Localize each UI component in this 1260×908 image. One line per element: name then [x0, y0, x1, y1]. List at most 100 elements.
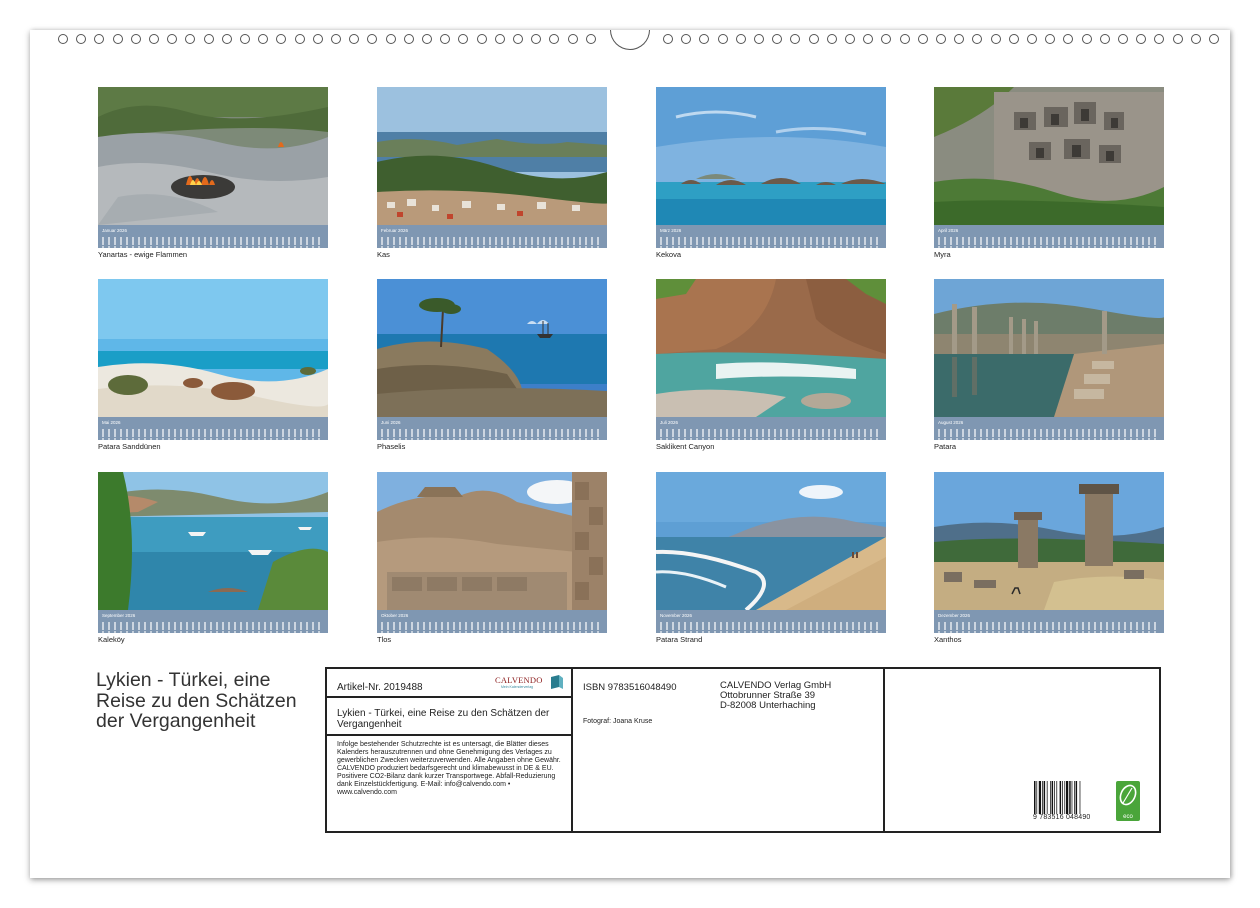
landscape-photo-icon: [934, 472, 1164, 610]
binding-ring: [403, 34, 414, 44]
binding-ring: [899, 34, 910, 44]
binding-ring: [276, 34, 287, 44]
binding-ring: [699, 34, 710, 44]
binding-ring: [1190, 34, 1201, 44]
weekday-row: [381, 631, 603, 634]
month-label: Januar 2026: [102, 228, 128, 233]
binding-ring: [549, 34, 560, 44]
month-photo: [377, 87, 607, 225]
day-grid: [660, 429, 882, 437]
hanger-notch: [610, 30, 650, 50]
article-number-row: Artikel-Nr. 2019488 CALVENDO Mein Kalend…: [327, 669, 571, 698]
binding-ring: [1045, 34, 1056, 44]
landscape-photo-icon: [98, 87, 328, 225]
binding-ring: [94, 34, 105, 44]
day-grid: [381, 429, 603, 437]
landscape-photo-icon: [656, 472, 886, 610]
photographer: Fotograf: Joana Kruse: [583, 718, 653, 725]
weekday-row: [938, 246, 1160, 249]
binding-ring: [881, 34, 892, 44]
isbn: ISBN 9783516048490: [583, 682, 677, 693]
month-label: Dezember 2026: [938, 613, 971, 618]
info-column-middle: ISBN 9783516048490 Fotograf: Joana Kruse…: [573, 669, 885, 831]
month-calendar-strip: April 2026: [934, 225, 1164, 249]
photo-caption: Yanartas - ewige Flammen: [98, 250, 188, 259]
binding-ring: [772, 34, 783, 44]
month-label: Oktober 2026: [381, 613, 409, 618]
binding-ring: [845, 34, 855, 44]
binding-ring: [476, 34, 487, 44]
binding-ring: [458, 34, 469, 44]
logo-tagline: Mein Kalenderverlag: [501, 685, 534, 689]
month-thumbnail: Dezember 2026 Xanthos: [934, 472, 1164, 644]
weekday-row: [102, 438, 324, 441]
eco-label: eco: [1123, 814, 1133, 820]
month-photo: [656, 472, 886, 610]
landscape-photo-icon: [377, 472, 607, 610]
month-calendar-strip: Mai 2026: [98, 417, 328, 441]
eco-badge: eco: [1116, 781, 1140, 821]
day-grid: [381, 622, 603, 630]
binding-ring: [863, 34, 874, 44]
binding-ring: [76, 34, 87, 44]
binding-ring: [531, 34, 542, 44]
binding-ring: [494, 34, 505, 44]
legal-notice: Infolge bestehender Schutzrechte ist es …: [337, 741, 561, 796]
binding-ring: [367, 34, 378, 44]
month-label: September 2026: [102, 613, 136, 618]
month-calendar-strip: September 2026: [98, 610, 328, 634]
month-photo: [98, 87, 328, 225]
month-photo: [934, 472, 1164, 610]
month-calendar-strip: Dezember 2026: [934, 610, 1164, 634]
binding-ring: [240, 34, 250, 44]
weekday-row: [660, 631, 882, 634]
info-column-right: 9 783516 048490 eco: [885, 669, 1159, 831]
month-label: Mai 2026: [102, 420, 121, 425]
photo-caption: Xanthos: [934, 635, 962, 644]
weekday-row: [102, 631, 324, 634]
month-label: März 2026: [660, 228, 682, 233]
month-photo: [656, 279, 886, 417]
month-photo: [98, 472, 328, 610]
binding-ring: [1172, 34, 1183, 44]
binding-ring: [312, 34, 323, 44]
binding-ring: [1136, 34, 1147, 44]
month-photo: [934, 87, 1164, 225]
binding-ring: [754, 34, 764, 44]
weekday-row: [381, 438, 603, 441]
photo-caption: Phaselis: [377, 442, 406, 451]
article-number: Artikel-Nr. 2019488: [337, 682, 423, 693]
landscape-photo-icon: [377, 87, 607, 225]
binding-ring: [331, 34, 341, 44]
photo-caption: Patara Strand: [656, 635, 703, 644]
binding-ring: [203, 34, 214, 44]
binding-ring: [735, 34, 746, 44]
day-grid: [938, 429, 1160, 437]
photo-caption: Patara Sanddünen: [98, 442, 161, 451]
day-grid: [381, 237, 603, 245]
binding-ring: [185, 34, 196, 44]
month-photo: [934, 279, 1164, 417]
isbn-barcode: 9 783516 048490: [1033, 781, 1099, 821]
binding-ring: [790, 34, 801, 44]
binding-ring: [954, 34, 965, 44]
binding-ring: [808, 34, 819, 44]
binding-ring: [990, 34, 1001, 44]
book-title: Lykien - Türkei, eine Reise zu den Schät…: [337, 708, 550, 730]
book-title-row: Lykien - Türkei, eine Reise zu den Schät…: [327, 698, 571, 736]
month-label: Februar 2026: [381, 228, 409, 233]
binding-ring: [167, 34, 178, 44]
month-calendar-strip: Februar 2026: [377, 225, 607, 249]
photo-caption: Kaleköy: [98, 635, 125, 644]
binding-ring: [1027, 34, 1037, 44]
month-calendar-strip: Juni 2026: [377, 417, 607, 441]
binding-ring: [681, 34, 692, 44]
month-label: Juni 2026: [381, 420, 401, 425]
binding-ring: [1118, 34, 1128, 44]
binding-ring: [1209, 34, 1219, 44]
calvendo-mark-icon: [551, 675, 563, 689]
binding-ring: [936, 34, 946, 44]
month-thumbnail: Mai 2026 Patara Sanddünen: [98, 279, 328, 451]
photo-caption: Kas: [377, 250, 390, 259]
month-calendar-strip: Juli 2026: [656, 417, 886, 441]
